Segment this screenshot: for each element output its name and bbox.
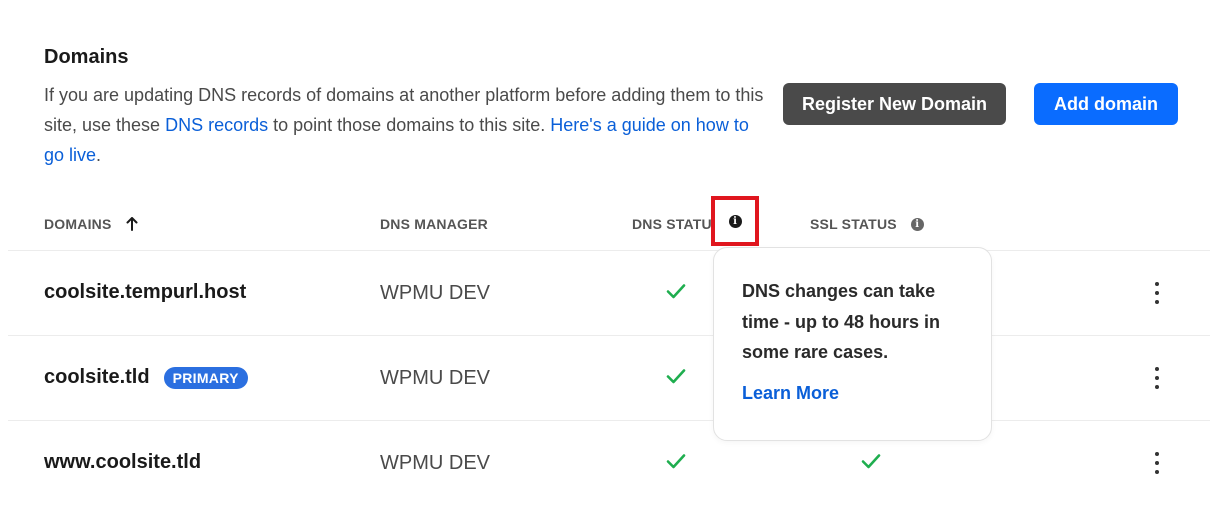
column-header-label: DOMAINS [44,216,112,232]
description-text: to point those domains to this site. [268,115,551,135]
dns-records-link[interactable]: DNS records [165,115,268,135]
arrow-up-icon[interactable] [126,217,138,231]
dns-status-tooltip: DNS changes can take time - up to 48 hou… [713,247,992,441]
section-title: Domains [44,46,129,68]
table-row-domain: www.coolsite.tld [44,451,201,474]
column-header-label: DNS MANAGER [380,216,488,232]
divider [8,335,1210,336]
check-icon [861,454,881,469]
table-row-domain: coolsite.tld PRIMARY [44,366,248,389]
column-header-dns-status: DNS STATUS [632,216,721,232]
info-icon[interactable]: i [728,214,742,228]
divider [8,250,1210,251]
register-new-domain-button[interactable]: Register New Domain [783,83,1006,125]
column-header-domains[interactable]: DOMAINS [44,216,138,232]
add-domain-button[interactable]: Add domain [1034,83,1178,125]
section-description: If you are updating DNS records of domai… [44,80,764,170]
domain-name: coolsite.tempurl.host [44,281,247,303]
check-icon [666,454,686,469]
column-header-dns-manager: DNS MANAGER [380,216,488,232]
kebab-menu-icon[interactable] [1151,282,1163,304]
column-header-label: SSL STATUS [810,216,897,232]
kebab-menu-icon[interactable] [1151,452,1163,474]
dns-status-info-highlight[interactable]: i [711,196,759,246]
table-row-domain: coolsite.tempurl.host [44,281,246,304]
column-header-label: DNS STATUS [632,216,722,232]
dns-manager-value: WPMU DEV [380,282,490,304]
check-icon [666,369,686,384]
dns-manager-value: WPMU DEV [380,367,490,389]
dns-manager-value: WPMU DEV [380,452,490,474]
column-header-ssl-status: SSL STATUS i [810,216,924,232]
check-icon [666,284,686,299]
primary-badge: PRIMARY [163,366,248,389]
info-icon[interactable]: i [910,217,924,231]
domain-name: coolsite.tld [44,366,150,388]
domain-name: www.coolsite.tld [44,451,202,473]
tooltip-text: DNS changes can take time - up to 48 hou… [742,281,941,362]
divider [8,420,1210,421]
kebab-menu-icon[interactable] [1151,367,1163,389]
description-text: . [96,145,102,165]
learn-more-link[interactable]: Learn More [742,383,963,404]
